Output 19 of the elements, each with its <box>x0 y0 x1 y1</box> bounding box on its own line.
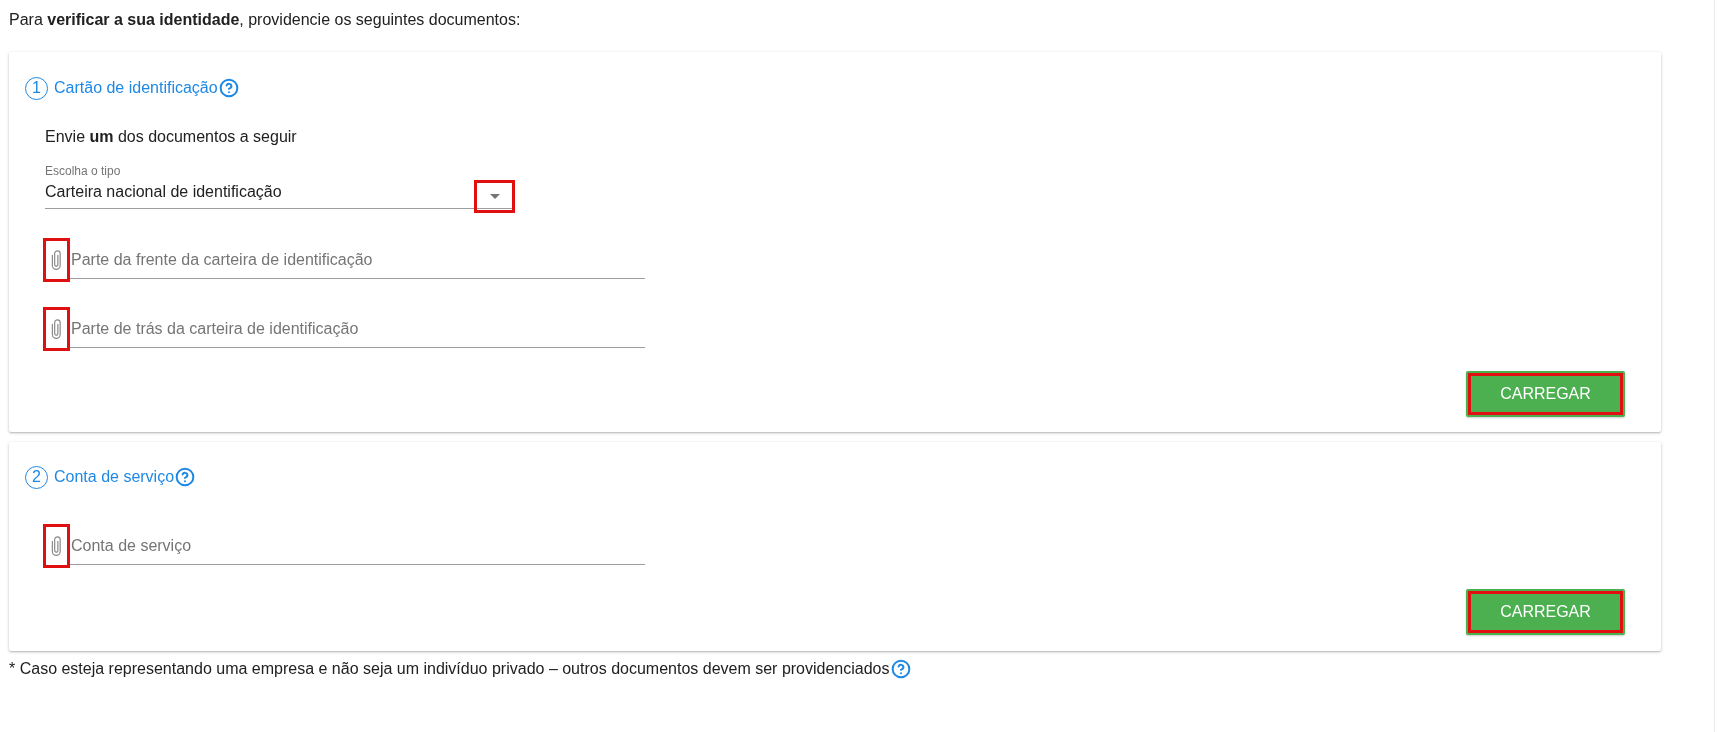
selected-value: Carteira nacional de identificação <box>45 182 283 202</box>
upload-button[interactable]: CARREGAR <box>1466 589 1625 635</box>
instruction-text: Envie um dos documentos a seguir <box>45 127 297 147</box>
paperclip-icon[interactable] <box>43 238 70 282</box>
intro-text: Para verificar a sua identidade, providencie os seguintes documentos: <box>9 10 521 30</box>
help-icon[interactable] <box>218 78 239 98</box>
type-select[interactable]: Escolha o tipo Carteira nacional de identificação <box>45 164 515 209</box>
upload-button[interactable]: CARREGAR <box>1466 371 1625 417</box>
section-title: Cartão de identificação <box>54 78 218 98</box>
paperclip-icon[interactable] <box>43 307 70 351</box>
file-field[interactable]: Parte de trás da carteira de identificação <box>70 312 645 348</box>
help-icon[interactable] <box>175 467 196 487</box>
field-label: Escolha o tipo <box>45 164 121 178</box>
paperclip-icon[interactable] <box>43 524 70 568</box>
file-field[interactable]: Parte da frente da carteira de identificação <box>70 243 645 279</box>
file-field[interactable]: Conta de serviço <box>70 529 645 565</box>
section-title: Conta de serviço <box>54 467 175 487</box>
footnote-text: * Caso esteja representando uma empresa e não seja um indivíduo privado – outros documentos devem ser providenciados <box>9 659 890 679</box>
help-icon[interactable] <box>890 659 911 679</box>
